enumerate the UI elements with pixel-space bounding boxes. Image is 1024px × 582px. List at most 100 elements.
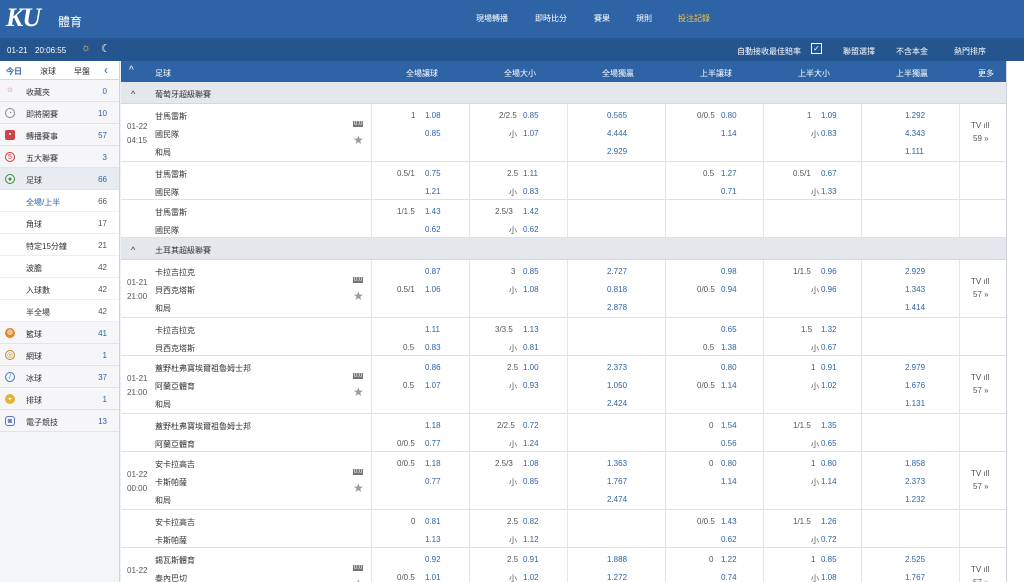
odds-value[interactable]: 1.00 <box>523 363 539 372</box>
moon-icon[interactable]: ☾ <box>101 42 111 55</box>
odds-value[interactable]: 1.27 <box>721 169 737 178</box>
sidebar-item-soccer[interactable]: ● 足球 66 <box>0 168 119 190</box>
odds-value[interactable]: 0.67 <box>821 169 837 178</box>
odds-value[interactable]: 0.85 <box>523 111 539 120</box>
collapse-icon[interactable]: ‹ <box>104 63 108 77</box>
odds-value[interactable]: 1.32 <box>821 325 837 334</box>
odds-value[interactable]: 0.65 <box>721 325 737 334</box>
odds-value[interactable]: 2.878 <box>607 303 627 312</box>
odds-value[interactable]: 1.07 <box>523 129 539 138</box>
odds-value[interactable]: 0.72 <box>523 421 539 430</box>
chevron-up-icon[interactable]: ^ <box>131 89 135 99</box>
odds-value[interactable]: 1.14 <box>721 381 737 390</box>
odds-value[interactable]: 4.343 <box>905 129 925 138</box>
odds-value[interactable]: 1.13 <box>523 325 539 334</box>
nav-score[interactable]: 即時比分 <box>535 13 567 24</box>
sidebar-item-favorites[interactable]: ☆ 收藏夾 0 <box>0 80 119 102</box>
favorite-star-icon[interactable]: ★ <box>353 385 364 399</box>
league-header[interactable]: ^ 葡萄牙超級聯賽 <box>121 82 1006 104</box>
sidebar-item-basketball[interactable]: ◍ 籃球 41 <box>0 322 119 344</box>
odds-value[interactable]: 1.43 <box>425 207 441 216</box>
more-count[interactable]: 57 » <box>973 386 989 395</box>
odds-value[interactable]: 1.13 <box>425 535 441 544</box>
currency-select[interactable]: 不含本金 <box>896 46 928 57</box>
tv-icon[interactable]: TV ıll <box>971 121 989 130</box>
odds-value[interactable]: 0.818 <box>607 285 627 294</box>
odds-value[interactable]: 0.87 <box>425 267 441 276</box>
odds-value[interactable]: 0.86 <box>425 363 441 372</box>
odds-value[interactable]: 2.525 <box>905 555 925 564</box>
sidebar-item-top5[interactable]: 5 五大聯賽 3 <box>0 146 119 168</box>
odds-value[interactable]: 0.80 <box>721 363 737 372</box>
odds-value[interactable]: 2.929 <box>905 267 925 276</box>
odds-value[interactable]: 1.131 <box>905 399 925 408</box>
odds-value[interactable]: 2.727 <box>607 267 627 276</box>
odds-value[interactable]: 1.35 <box>821 421 837 430</box>
odds-value[interactable]: 0.82 <box>523 517 539 526</box>
odds-value[interactable]: 1.050 <box>607 381 627 390</box>
odds-value[interactable]: 1.02 <box>821 381 837 390</box>
odds-value[interactable]: 0.92 <box>425 555 441 564</box>
sort-select[interactable]: 熱門排序 <box>954 46 986 57</box>
odds-value[interactable]: 1.292 <box>905 111 925 120</box>
odds-value[interactable]: 1.21 <box>425 187 441 196</box>
tv-icon[interactable]: TV ıll <box>971 565 989 574</box>
odds-value[interactable]: 1.54 <box>721 421 737 430</box>
odds-value[interactable]: 1.888 <box>607 555 627 564</box>
odds-value[interactable]: 0.71 <box>721 187 737 196</box>
odds-value[interactable]: 1.08 <box>425 111 441 120</box>
live-score-icon[interactable]: 0:0 <box>353 277 364 283</box>
odds-value[interactable]: 0.67 <box>821 343 837 352</box>
odds-value[interactable]: 0.83 <box>821 129 837 138</box>
odds-value[interactable]: 0.91 <box>821 363 837 372</box>
odds-value[interactable]: 1.33 <box>821 187 837 196</box>
odds-value[interactable]: 1.06 <box>425 285 441 294</box>
sidebar-sub-15min[interactable]: 特定15分鐘 21 <box>0 234 119 256</box>
sidebar-item-tennis[interactable]: ◎ 網球 1 <box>0 344 119 366</box>
odds-value[interactable]: 0.85 <box>523 477 539 486</box>
sun-icon[interactable]: ☼ <box>81 42 91 54</box>
odds-value[interactable]: 1.111 <box>905 147 924 156</box>
tab-early[interactable]: 早盤 <box>74 66 90 77</box>
sidebar-item-hockey[interactable]: / 冰球 37 <box>0 366 119 388</box>
odds-value[interactable]: 0.74 <box>721 573 737 582</box>
odds-value[interactable]: 1.02 <box>523 573 539 582</box>
sidebar-sub-correct-score[interactable]: 波膽 42 <box>0 256 119 278</box>
more-count[interactable]: 57 » <box>973 482 989 491</box>
odds-value[interactable]: 1.07 <box>425 381 441 390</box>
nav-results[interactable]: 賽果 <box>594 13 610 24</box>
odds-value[interactable]: 0.94 <box>721 285 737 294</box>
odds-value[interactable]: 1.232 <box>905 495 925 504</box>
odds-value[interactable]: 1.08 <box>821 573 837 582</box>
tab-today[interactable]: 今日 <box>6 66 22 77</box>
odds-value[interactable]: 0.80 <box>821 459 837 468</box>
favorite-star-icon[interactable]: ★ <box>353 133 364 147</box>
odds-value[interactable]: 0.56 <box>721 439 737 448</box>
odds-value[interactable]: 0.62 <box>721 535 737 544</box>
odds-value[interactable]: 0.98 <box>721 267 737 276</box>
odds-value[interactable]: 1.26 <box>821 517 837 526</box>
odds-value[interactable]: 0.83 <box>523 187 539 196</box>
nav-bet-record[interactable]: 投注記錄 <box>678 13 710 24</box>
odds-value[interactable]: 2.424 <box>607 399 627 408</box>
tab-live[interactable]: 滾球 <box>40 66 56 77</box>
favorite-star-icon[interactable]: ★ <box>353 481 364 495</box>
odds-value[interactable]: 0.62 <box>523 225 539 234</box>
live-score-icon[interactable]: 0:0 <box>353 121 364 127</box>
odds-value[interactable]: 0.83 <box>425 343 441 352</box>
odds-value[interactable]: 2.979 <box>905 363 925 372</box>
sidebar-sub-ht-ft[interactable]: 半全場 42 <box>0 300 119 322</box>
odds-value[interactable]: 1.01 <box>425 573 441 582</box>
odds-value[interactable]: 0.85 <box>821 555 837 564</box>
odds-value[interactable]: 2.474 <box>607 495 627 504</box>
odds-value[interactable]: 0.96 <box>821 285 837 294</box>
odds-value[interactable]: 1.414 <box>905 303 925 312</box>
odds-value[interactable]: 1.18 <box>425 421 441 430</box>
odds-value[interactable]: 0.85 <box>425 129 441 138</box>
sidebar-item-upcoming[interactable]: ◔ 即將開賽 10 <box>0 102 119 124</box>
odds-value[interactable]: 2.373 <box>607 363 627 372</box>
odds-value[interactable]: 1.18 <box>425 459 441 468</box>
auto-accept-checkbox[interactable]: ✓ <box>811 43 822 54</box>
odds-value[interactable]: 0.75 <box>425 169 441 178</box>
odds-value[interactable]: 1.38 <box>721 343 737 352</box>
